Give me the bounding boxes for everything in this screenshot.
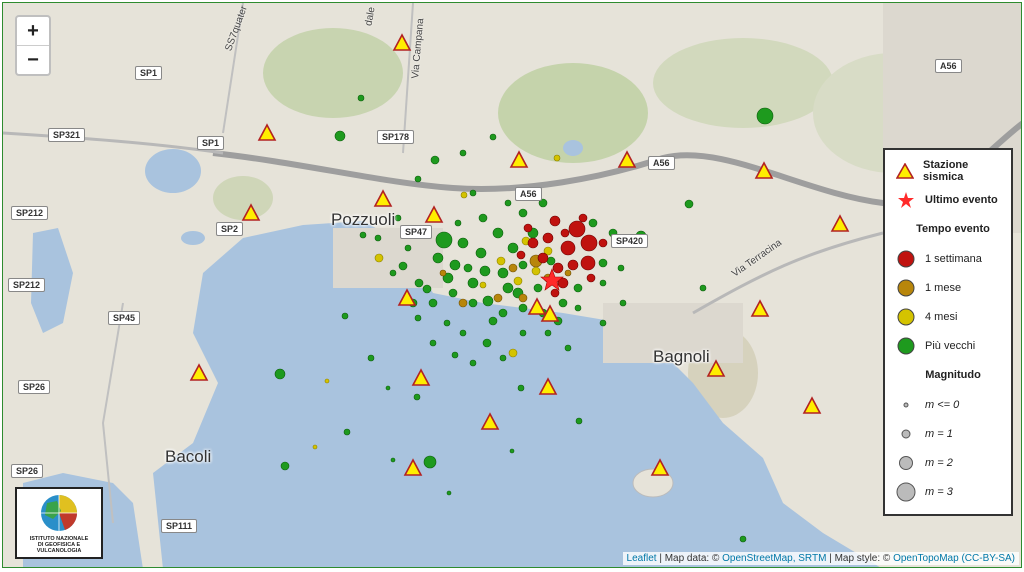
legend-m0-label: m <= 0 (925, 398, 960, 411)
road-shield: SP111 (161, 519, 198, 533)
attribution-text: | Map style: © (826, 553, 894, 564)
legend-m0: m <= 0 (893, 390, 1005, 419)
road-shield: A56 (648, 156, 675, 170)
road-shield: SP26 (18, 380, 51, 394)
road-shield: SP26 (11, 464, 44, 478)
legend-m1: m = 1 (893, 419, 1005, 448)
globe-icon (41, 495, 78, 531)
legend-m2: m = 2 (893, 448, 1005, 477)
legend-month: 1 mese (893, 273, 1005, 302)
legend-four-months: 4 mesi (893, 302, 1005, 331)
road-shield: SP212 (8, 278, 46, 292)
circle-icon (899, 455, 913, 470)
legend-week-label: 1 settimana (925, 252, 982, 265)
legend-station: Stazione sismica (893, 156, 1005, 185)
legend-m1-label: m = 1 (925, 427, 953, 440)
legend-time-title: Tempo evento (916, 223, 990, 235)
place-pozzuoli: Pozzuoli (331, 210, 396, 229)
ingv-logo[interactable]: ISTITUTO NAZIONALE DI GEOFISICA E VULCANO… (15, 487, 103, 559)
lake (145, 149, 201, 193)
legend-four-months-label: 4 mesi (925, 310, 958, 323)
legend-older: Più vecchi (893, 331, 1005, 360)
hill (653, 38, 833, 128)
circle-icon (897, 337, 915, 354)
road-shield: SP178 (377, 130, 415, 144)
legend-last-event-label: Ultimo evento (925, 193, 998, 206)
lake (181, 231, 205, 245)
legend-mag-title: Magnitudo (925, 369, 981, 381)
attribution-text: | Map data: © (656, 553, 723, 564)
circle-icon (897, 308, 915, 325)
otm-link[interactable]: OpenTopoMap (893, 553, 959, 564)
circle-icon (896, 482, 916, 501)
legend-station-label: Stazione sismica (923, 158, 969, 183)
legend-m3-label: m = 3 (925, 485, 953, 498)
star-icon (898, 191, 914, 208)
legend-m2-label: m = 2 (925, 456, 953, 469)
place-bacoli: Bacoli (165, 447, 212, 466)
zoom-out-button[interactable]: − (17, 45, 49, 74)
osm-link[interactable]: OpenStreetMap, SRTM (722, 553, 826, 564)
road-shield: SP1 (135, 66, 163, 80)
road-shield: SP321 (48, 128, 86, 142)
road-shield: SP2 (216, 222, 244, 236)
road-shield: A56 (515, 187, 542, 201)
circle-icon (901, 429, 911, 438)
leaflet-link[interactable]: Leaflet (627, 553, 657, 564)
road-shield: SP45 (108, 311, 141, 325)
legend-last-event: Ultimo evento (893, 185, 1005, 214)
map-base (3, 3, 1021, 567)
legend-week: 1 settimana (893, 244, 1005, 273)
logo-text: ISTITUTO NAZIONALE DI GEOFISICA E VULCANO… (29, 536, 89, 554)
hill (213, 176, 273, 220)
zoom-in-button[interactable]: + (17, 17, 49, 45)
circle-icon (897, 250, 915, 267)
license-link[interactable]: (CC-BY-SA) (961, 553, 1015, 564)
zoom-control: + − (15, 15, 51, 76)
road-shield: A56 (935, 59, 962, 73)
legend-older-label: Più vecchi (925, 339, 976, 352)
legend: Stazione sismica Ultimo evento Tempo eve… (883, 148, 1013, 516)
road-shield: SP420 (611, 234, 649, 248)
attribution: Leaflet | Map data: © OpenStreetMap, SRT… (622, 552, 1019, 565)
legend-month-label: 1 mese (925, 281, 962, 294)
place-bagnoli: Bagnoli (653, 347, 710, 366)
lake (563, 140, 583, 156)
road-shield: SP1 (197, 136, 225, 150)
circle-icon (897, 279, 915, 296)
station-triangle-icon (896, 162, 915, 179)
hill (263, 28, 403, 118)
legend-m3: m = 3 (893, 477, 1005, 506)
circle-icon (903, 402, 909, 407)
map-view[interactable]: Pozzuoli Bagnoli Bacoli SP1 SP1 SP321 SP… (2, 2, 1022, 568)
road-shield: SP47 (400, 225, 433, 239)
road-shield: SP212 (11, 206, 49, 220)
